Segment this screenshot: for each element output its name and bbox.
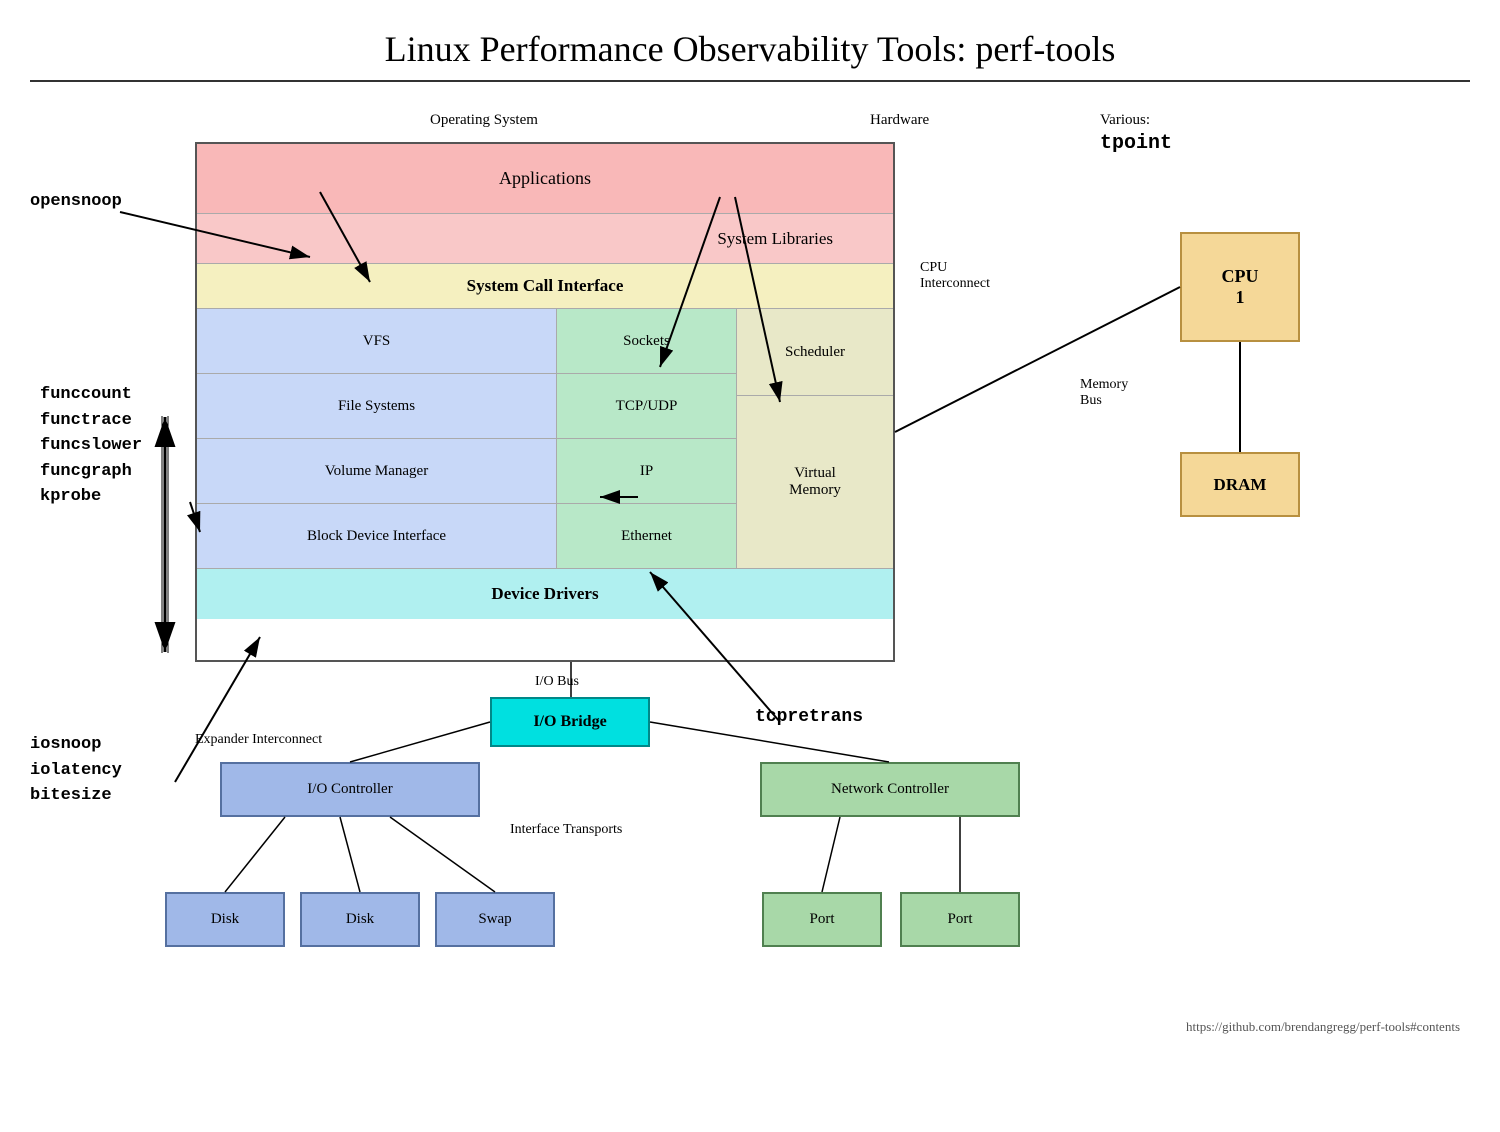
ethernet-cell: Ethernet: [557, 504, 736, 568]
io-controller-box: I/O Controller: [220, 762, 480, 817]
system-call-interface-row: System Call Interface: [197, 264, 893, 309]
kernel-row: VFS File Systems Volume Manager Block De…: [197, 309, 893, 569]
disk1-box: Disk: [165, 892, 285, 947]
volume-manager-cell: Volume Manager: [197, 439, 556, 504]
tpoint-bold-label: tpoint: [1100, 132, 1172, 155]
various-label: Various:: [1100, 112, 1150, 129]
applications-row: Applications: [197, 144, 893, 214]
swap-box: Swap: [435, 892, 555, 947]
port2-box: Port: [900, 892, 1020, 947]
scheduler-cell: Scheduler: [737, 309, 893, 396]
memory-bus-label: MemoryBus: [1080, 377, 1128, 409]
expander-interconnect-label: Expander Interconnect: [195, 732, 322, 748]
os-container: Applications System Libraries System Cal…: [195, 142, 895, 662]
tcp-udp-cell: TCP/UDP: [557, 374, 736, 439]
disk2-box: Disk: [300, 892, 420, 947]
interface-transports-label: Interface Transports: [510, 822, 622, 838]
system-libraries-row: System Libraries: [197, 214, 893, 264]
ip-cell: IP: [557, 439, 736, 504]
opensnoop-label: opensnoop: [30, 192, 122, 211]
page-title: Linux Performance Observability Tools: p…: [30, 0, 1470, 82]
device-drivers-row: Device Drivers: [197, 569, 893, 619]
sockets-cell: Sockets: [557, 309, 736, 374]
os-section-label: Operating System: [430, 112, 538, 129]
block-device-cell: Block Device Interface: [197, 504, 556, 568]
tcpretrans-label: tcpretrans: [755, 707, 863, 727]
tpoint-label: tpoint: [1100, 132, 1172, 155]
hardware-section-label: Hardware: [870, 112, 929, 129]
io-bus-label: I/O Bus: [535, 674, 579, 690]
port1-box: Port: [762, 892, 882, 947]
functools-label: funccount functrace funcslower funcgraph…: [40, 382, 142, 510]
iotools-label: iosnoop iolatency bitesize: [30, 732, 122, 809]
network-controller-box: Network Controller: [760, 762, 1020, 817]
cpu-box: CPU 1: [1180, 232, 1300, 342]
footer-url: https://github.com/brendangregg/perf-too…: [1186, 1019, 1460, 1035]
vfs-cell: VFS: [197, 309, 556, 374]
file-systems-cell: File Systems: [197, 374, 556, 439]
dram-box: DRAM: [1180, 452, 1300, 517]
io-bridge-box: I/O Bridge: [490, 697, 650, 747]
cpu-interconnect-label: CPUInterconnect: [920, 260, 990, 292]
virtual-memory-cell: Virtual Memory: [737, 396, 893, 568]
